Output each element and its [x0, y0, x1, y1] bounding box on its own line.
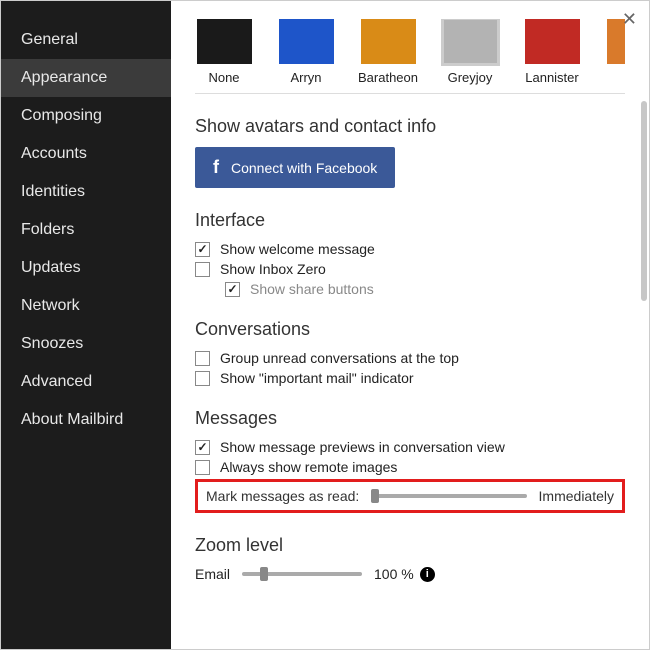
conversations-option: Show "important mail" indicator — [195, 370, 625, 386]
interface-option: Show share buttons — [225, 281, 625, 297]
mark-read-label: Mark messages as read: — [206, 488, 359, 504]
sidebar-item-snoozes[interactable]: Snoozes — [1, 325, 171, 363]
checkbox-label: Show message previews in conversation vi… — [220, 439, 505, 455]
theme-lannister[interactable]: Lannister — [523, 19, 581, 85]
conversations-section: Conversations Group unread conversations… — [195, 319, 625, 386]
theme-swatch — [443, 19, 498, 64]
sidebar-item-updates[interactable]: Updates — [1, 249, 171, 287]
messages-section: Messages Show message previews in conver… — [195, 408, 625, 513]
sidebar-item-accounts[interactable]: Accounts — [1, 135, 171, 173]
checkbox-label: Show Inbox Zero — [220, 261, 326, 277]
interface-title: Interface — [195, 210, 625, 231]
mark-read-slider[interactable] — [371, 494, 526, 498]
sidebar-item-advanced[interactable]: Advanced — [1, 363, 171, 401]
facebook-icon: f — [213, 157, 219, 178]
theme-picker: NoneArrynBaratheonGreyjoyLannisterM — [195, 19, 625, 85]
zoom-value: 100 % — [374, 566, 414, 582]
theme-label: Baratheon — [358, 70, 418, 85]
mark-read-row: Mark messages as read: Immediately — [195, 479, 625, 513]
checkbox-label: Show "important mail" indicator — [220, 370, 414, 386]
connect-facebook-label: Connect with Facebook — [231, 160, 377, 176]
scrollbar[interactable] — [641, 101, 647, 301]
zoom-label: Email — [195, 566, 230, 582]
sidebar-item-folders[interactable]: Folders — [1, 211, 171, 249]
checkbox[interactable] — [195, 371, 210, 386]
checkbox[interactable] — [195, 242, 210, 257]
theme-greyjoy[interactable]: Greyjoy — [441, 19, 499, 85]
slider-thumb[interactable] — [260, 567, 268, 581]
interface-option: Show Inbox Zero — [195, 261, 625, 277]
zoom-title: Zoom level — [195, 535, 625, 556]
checkbox[interactable] — [195, 440, 210, 455]
checkbox-label: Show share buttons — [250, 281, 374, 297]
info-icon[interactable]: i — [420, 567, 435, 582]
avatars-section: Show avatars and contact info f Connect … — [195, 116, 625, 188]
zoom-section: Zoom level Email 100 % i — [195, 535, 625, 582]
theme-swatch — [525, 19, 580, 64]
sidebar-item-network[interactable]: Network — [1, 287, 171, 325]
sidebar-item-general[interactable]: General — [1, 21, 171, 59]
theme-label: None — [208, 70, 239, 85]
conversations-option: Group unread conversations at the top — [195, 350, 625, 366]
interface-option: Show welcome message — [195, 241, 625, 257]
checkbox[interactable] — [195, 351, 210, 366]
sidebar-item-composing[interactable]: Composing — [1, 97, 171, 135]
theme-baratheon[interactable]: Baratheon — [359, 19, 417, 85]
theme-none[interactable]: None — [195, 19, 253, 85]
divider — [195, 93, 625, 94]
checkbox[interactable] — [195, 262, 210, 277]
theme-arryn[interactable]: Arryn — [277, 19, 335, 85]
connect-facebook-button[interactable]: f Connect with Facebook — [195, 147, 395, 188]
close-icon[interactable]: ✕ — [622, 9, 637, 30]
theme-swatch — [361, 19, 416, 64]
sidebar-item-about-mailbird[interactable]: About Mailbird — [1, 401, 171, 439]
mark-read-value: Immediately — [539, 488, 614, 504]
sidebar: GeneralAppearanceComposingAccountsIdenti… — [1, 1, 171, 649]
checkbox-label: Always show remote images — [220, 459, 397, 475]
checkbox[interactable] — [225, 282, 240, 297]
settings-window: GeneralAppearanceComposingAccountsIdenti… — [0, 0, 650, 650]
conversations-title: Conversations — [195, 319, 625, 340]
theme-swatch — [279, 19, 334, 64]
messages-option: Show message previews in conversation vi… — [195, 439, 625, 455]
sidebar-item-identities[interactable]: Identities — [1, 173, 171, 211]
slider-thumb[interactable] — [371, 489, 379, 503]
checkbox[interactable] — [195, 460, 210, 475]
theme-label: Greyjoy — [448, 70, 493, 85]
checkbox-label: Show welcome message — [220, 241, 375, 257]
avatars-title: Show avatars and contact info — [195, 116, 625, 137]
main-panel: ✕ NoneArrynBaratheonGreyjoyLannisterM Sh… — [171, 1, 649, 649]
zoom-slider[interactable] — [242, 572, 362, 576]
sidebar-item-appearance[interactable]: Appearance — [1, 59, 171, 97]
theme-label: Lannister — [525, 70, 578, 85]
checkbox-label: Group unread conversations at the top — [220, 350, 459, 366]
theme-label: Arryn — [290, 70, 321, 85]
interface-section: Interface Show welcome message Show Inbox… — [195, 210, 625, 297]
theme-swatch — [197, 19, 252, 64]
messages-option: Always show remote images — [195, 459, 625, 475]
messages-title: Messages — [195, 408, 625, 429]
